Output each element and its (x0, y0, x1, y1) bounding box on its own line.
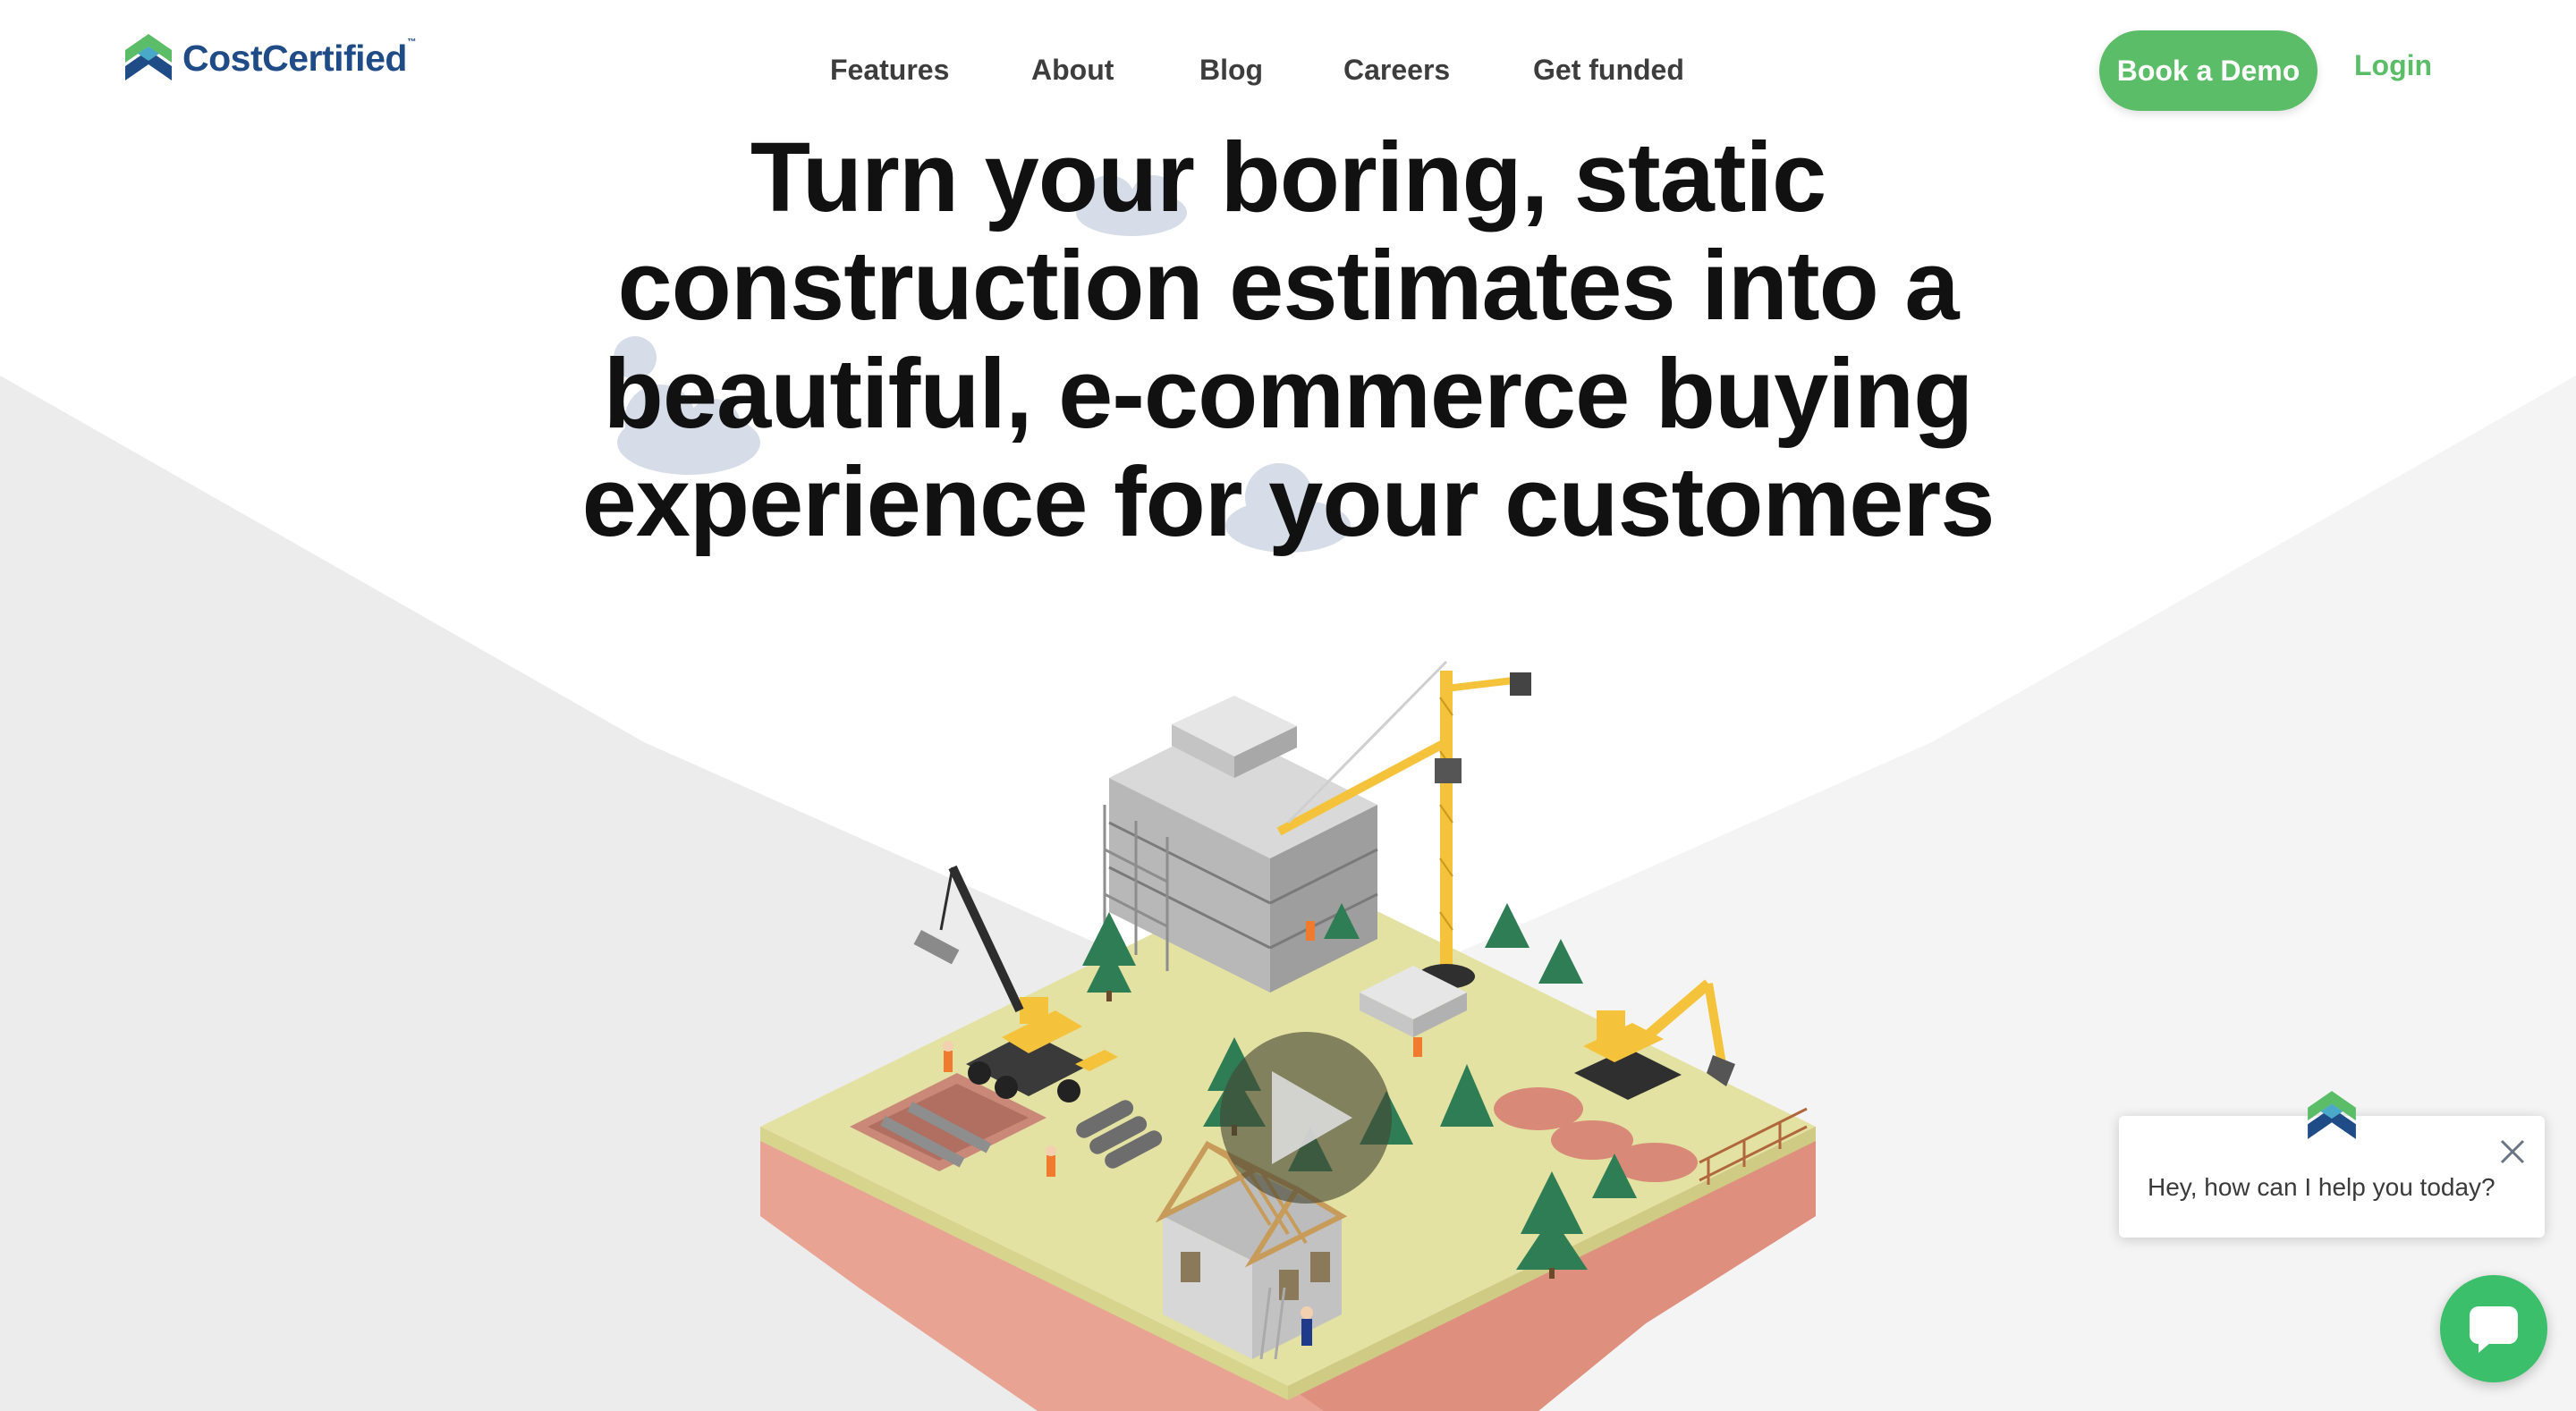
site-header: CostCertified ™ Features About Blog Caree… (0, 0, 2576, 134)
chat-launcher-button[interactable] (2440, 1275, 2547, 1382)
nav-blog[interactable]: Blog (1199, 54, 1263, 87)
chat-greeting-bubble[interactable]: Hey, how can I help you today? (2119, 1091, 2545, 1238)
brand-logo[interactable]: CostCertified ™ (123, 32, 416, 84)
nav-about[interactable]: About (1031, 54, 1114, 87)
close-icon[interactable] (2496, 1136, 2529, 1168)
construction-illustration (760, 660, 1816, 1411)
hero-line: Turn your boring, static (750, 123, 1826, 232)
brand-name: CostCertified ™ (182, 37, 416, 79)
book-demo-button[interactable]: Book a Demo (2099, 30, 2318, 111)
chat-icon (2470, 1306, 2518, 1353)
nav-get-funded[interactable]: Get funded (1533, 54, 1684, 87)
logo-icon (125, 34, 172, 80)
hero-line: beautiful, e-commerce buying (603, 339, 1974, 449)
trademark: ™ (407, 37, 416, 47)
login-link[interactable]: Login (2354, 49, 2432, 82)
chat-avatar-logo-icon (2308, 1091, 2356, 1139)
hero-line: construction estimates into a (617, 231, 1959, 341)
nav-features[interactable]: Features (830, 54, 949, 87)
chat-greeting-text: Hey, how can I help you today? (2148, 1173, 2496, 1201)
hero-headline: Turn your boring, static construction es… (483, 123, 2093, 556)
hero-line: experience for your customers (581, 447, 1996, 557)
nav-careers[interactable]: Careers (1343, 54, 1450, 87)
play-button[interactable] (1220, 1032, 1392, 1204)
